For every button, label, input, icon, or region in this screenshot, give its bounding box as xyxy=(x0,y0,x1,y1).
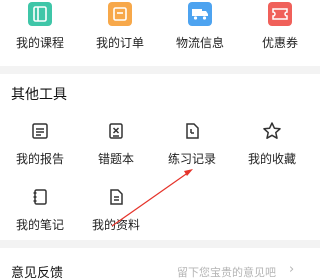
feedback-row[interactable]: 意见反馈 留下您宝贵的意见吧 › xyxy=(0,248,320,279)
quick-item-coupons[interactable]: 优惠券 xyxy=(240,0,320,66)
delivery-truck-icon xyxy=(188,2,212,26)
tool-item-my-favorites[interactable]: 我的收藏 xyxy=(232,120,312,172)
course-book-icon xyxy=(28,2,52,26)
quick-item-label: 物流信息 xyxy=(175,36,224,50)
quick-item-label: 优惠券 xyxy=(261,36,298,50)
tool-item-label: 我的报告 xyxy=(15,152,64,166)
quick-item-label: 我的课程 xyxy=(15,36,64,50)
chevron-right-icon: › xyxy=(289,262,295,277)
tool-item-practice-record[interactable]: 练习记录 xyxy=(152,120,232,172)
quick-menu: 我的课程 我的订单 物流信息 优惠券 xyxy=(0,0,320,66)
section-title: 其他工具 xyxy=(11,87,67,103)
other-tools-section: 其他工具 我的报告 错题本 练习记录 我的收藏 我的笔记 我的资料 xyxy=(0,74,320,240)
quick-item-label: 我的订单 xyxy=(95,36,144,50)
tool-item-label: 我的收藏 xyxy=(247,152,296,166)
tool-item-my-report[interactable]: 我的报告 xyxy=(0,120,80,172)
notebook-icon xyxy=(29,186,51,208)
quick-item-logistics[interactable]: 物流信息 xyxy=(160,0,240,66)
coupon-ticket-icon xyxy=(268,2,292,26)
star-icon xyxy=(261,120,283,142)
quick-item-my-courses[interactable]: 我的课程 xyxy=(0,0,80,66)
quick-item-my-orders[interactable]: 我的订单 xyxy=(80,0,160,66)
feedback-title: 意见反馈 xyxy=(11,266,64,279)
tool-item-label: 错题本 xyxy=(97,152,134,166)
wrong-question-book-icon xyxy=(105,120,127,142)
tool-item-wrong-questions[interactable]: 错题本 xyxy=(76,120,156,172)
tool-item-label: 我的笔记 xyxy=(15,218,64,232)
practice-record-icon xyxy=(181,120,203,142)
document-icon xyxy=(105,186,127,208)
feedback-hint: 留下您宝贵的意见吧 xyxy=(177,266,276,279)
report-icon xyxy=(29,120,51,142)
tool-item-label: 我的资料 xyxy=(91,218,140,232)
order-clipboard-icon xyxy=(108,2,132,26)
tool-item-my-notes[interactable]: 我的笔记 xyxy=(0,186,80,238)
tool-item-my-materials[interactable]: 我的资料 xyxy=(76,186,156,238)
tool-item-label: 练习记录 xyxy=(167,152,216,166)
